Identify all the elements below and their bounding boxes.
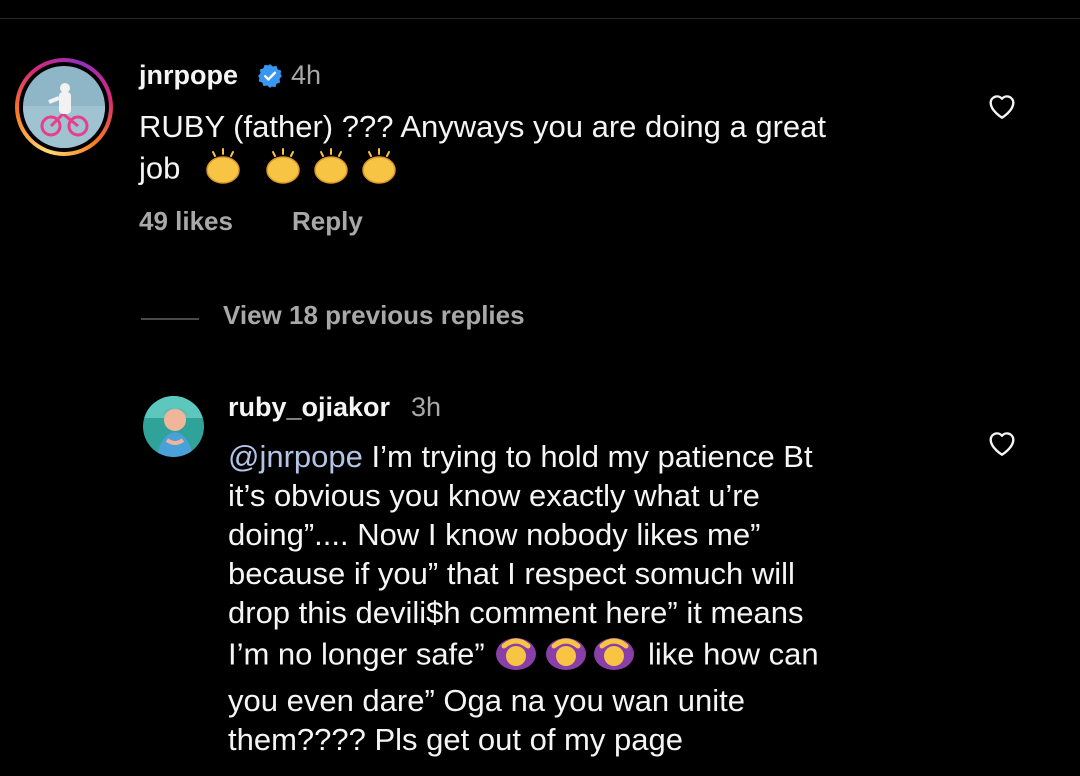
reply-time: 3h: [411, 392, 442, 422]
reply-like-heart-icon[interactable]: [986, 427, 1018, 457]
comment-line-1: RUBY (father) ??? Anyways you are doing …: [139, 109, 826, 144]
woman-gesturing-ok-icon: [493, 632, 639, 681]
jnrpope-avatar-story-ring[interactable]: [15, 58, 113, 156]
comment-reply-button[interactable]: Reply: [292, 206, 363, 237]
view-previous-replies-button[interactable]: View 18 previous replies: [223, 300, 525, 331]
comment-time: 4h: [291, 60, 322, 90]
reply-line-1-text: I’m trying to hold my patience Bt: [362, 439, 813, 474]
ruby-ojiakor-avatar[interactable]: [143, 396, 204, 457]
top-divider: [0, 18, 1080, 19]
reply-text: @jnrpope I’m trying to hold my patience …: [228, 437, 948, 759]
clapping-hands-icon: [203, 146, 463, 195]
view-replies-divider: [141, 318, 199, 320]
reply-line-2: it’s obvious you know exactly what u’re: [228, 478, 760, 513]
reply-line-6b-text: like how can: [647, 636, 819, 672]
reply-username[interactable]: ruby_ojiakor: [228, 392, 390, 423]
reply-line-6a-text: I’m no longer safe”: [228, 636, 485, 672]
comment-username[interactable]: jnrpope: [139, 60, 238, 91]
reply-line-1: @jnrpope I’m trying to hold my patience …: [228, 437, 948, 476]
verified-badge-icon: [258, 64, 282, 88]
avatar: [23, 66, 105, 148]
reply-line-8: them???? Pls get out of my page: [228, 722, 683, 757]
comment-line-2: job: [139, 146, 939, 195]
reply-line-5: drop this devili$h comment here” it mean…: [228, 595, 804, 630]
reply-line-3: doing”.... Now I know nobody likes me”: [228, 517, 761, 552]
reply-line-4: because if you” that I respect somuch wi…: [228, 556, 795, 591]
mention-link[interactable]: @jnrpope: [228, 439, 363, 474]
reply-line-6: I’m no longer safe” like how can: [228, 632, 948, 681]
reply-line-7: you even dare” Oga na you wan unite: [228, 683, 746, 718]
like-heart-icon[interactable]: [986, 90, 1018, 120]
comment-text: RUBY (father) ??? Anyways you are doing …: [139, 107, 939, 195]
comment-likes[interactable]: 49 likes: [139, 206, 233, 237]
comment-line-2-text: job: [139, 150, 181, 186]
